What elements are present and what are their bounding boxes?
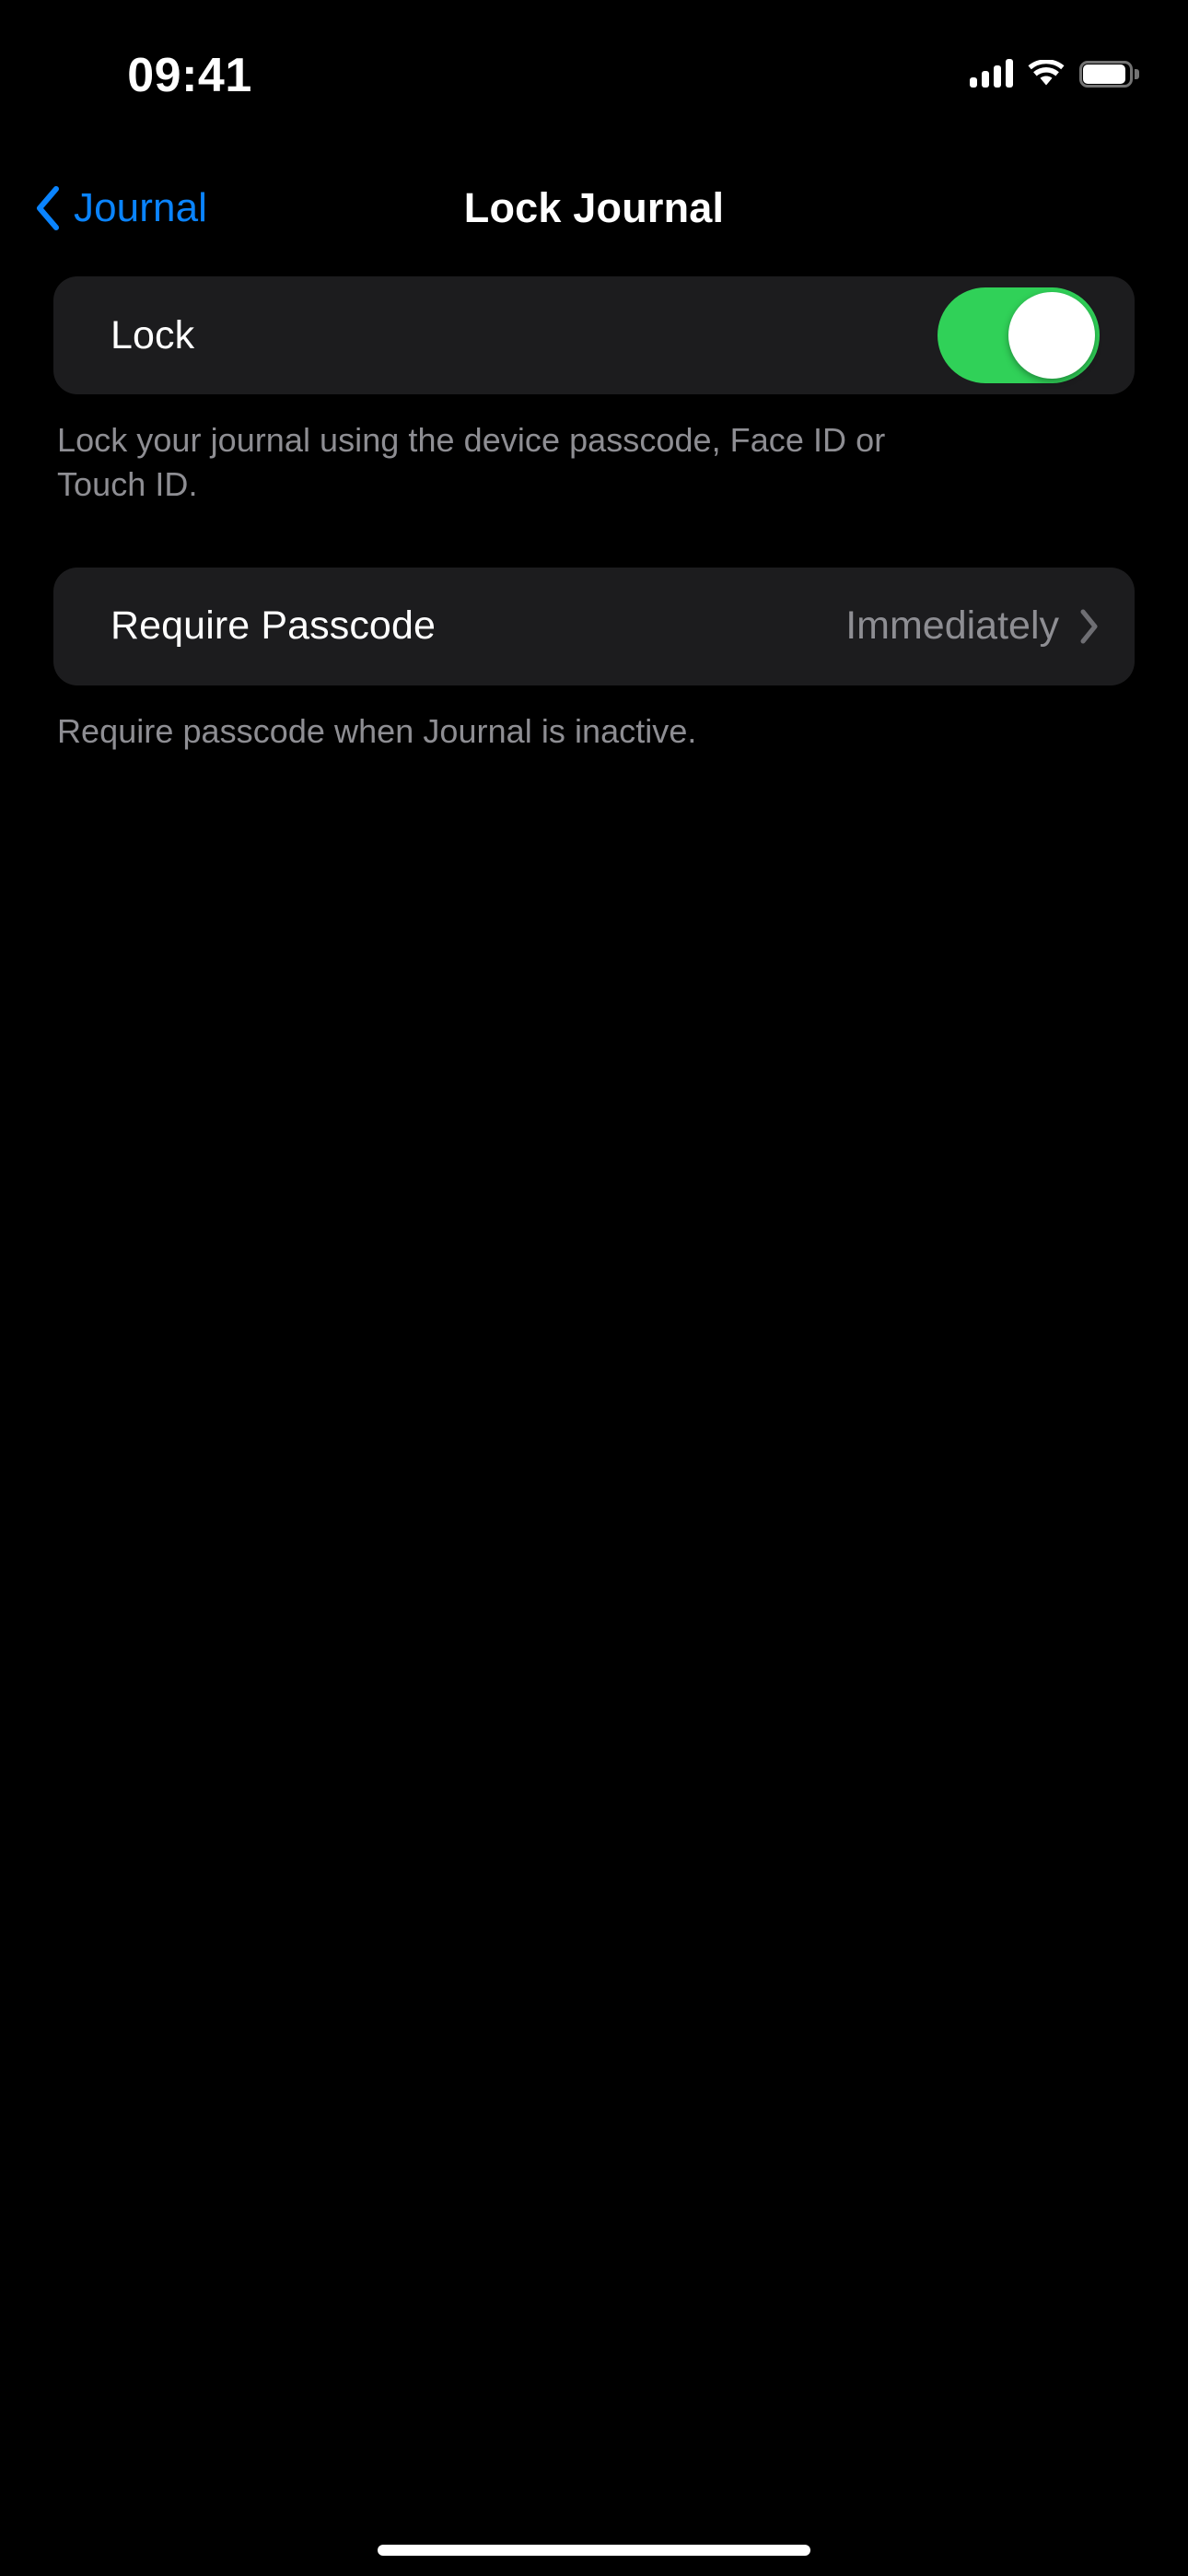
section-lock-card: Lock (53, 276, 1135, 394)
chevron-left-icon (35, 186, 61, 230)
chevron-right-icon (1079, 609, 1100, 644)
status-bar-time: 09:41 (127, 49, 252, 102)
back-button-label: Journal (74, 185, 208, 230)
section-lock-footnote: Lock your journal using the device passc… (57, 421, 886, 503)
row-require-passcode-value: Immediately (845, 603, 1059, 649)
wifi-icon (1028, 60, 1065, 88)
lock-toggle-knob (1008, 292, 1095, 379)
back-button[interactable]: Journal (35, 164, 207, 252)
status-bar-indicators (970, 53, 1139, 94)
home-indicator[interactable] (378, 2545, 810, 2556)
navigation-bar: Lock Journal Journal (0, 164, 1188, 252)
battery-icon (1079, 60, 1139, 88)
lock-toggle[interactable] (938, 287, 1100, 383)
row-lock-label: Lock (111, 312, 195, 357)
signal-bars-icon (970, 59, 1013, 88)
phone-screen: 09:41 Lock Journal Journal Lock Lock you… (0, 0, 1188, 2576)
row-require-passcode[interactable]: Require Passcode Immediately (53, 568, 1135, 685)
settings-list: Lock Lock your journal using the device … (0, 276, 1188, 754)
row-require-passcode-label: Require Passcode (111, 603, 436, 649)
section-require-passcode-footnote: Require passcode when Journal is inactiv… (57, 711, 697, 750)
section-require-passcode-card: Require Passcode Immediately (53, 567, 1135, 685)
row-lock[interactable]: Lock (53, 276, 1135, 394)
status-bar: 09:41 (0, 0, 1188, 138)
